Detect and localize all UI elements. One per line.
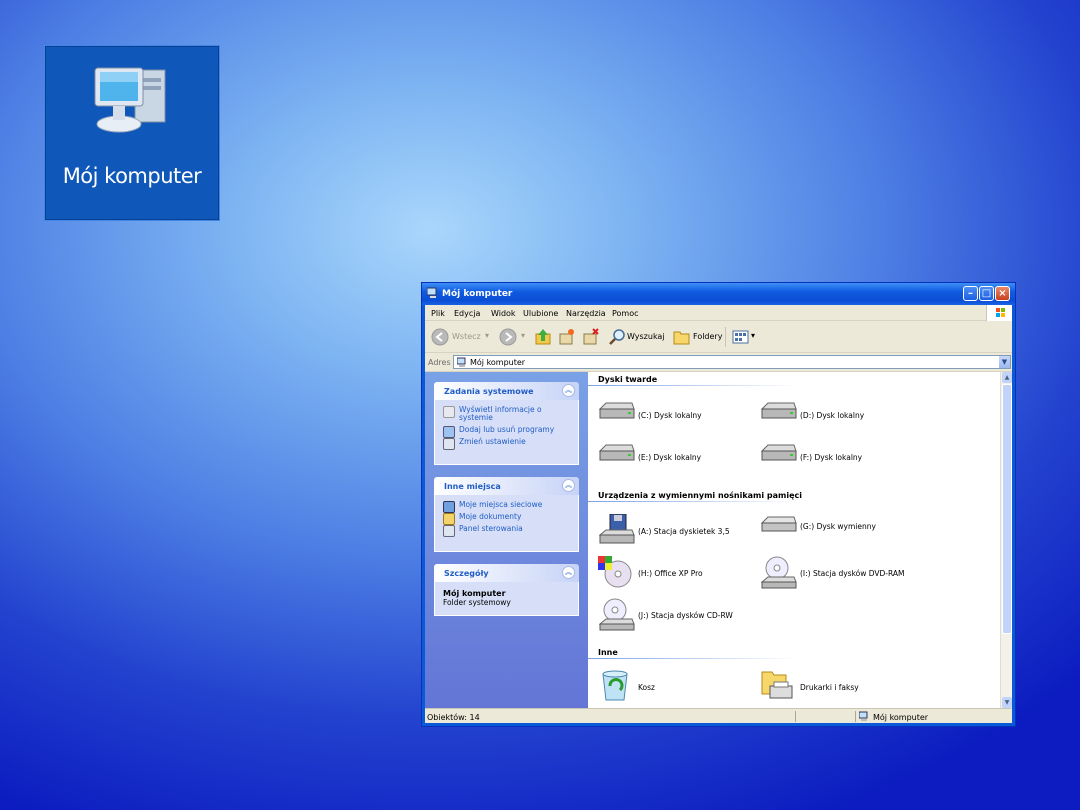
collapse-chevron-icon[interactable]: ︽	[562, 479, 575, 492]
move-to-icon[interactable]	[558, 328, 576, 346]
desktop-icon-label: Mój komputer	[62, 164, 202, 188]
panel-details: Szczegóły ︽ Mój komputer Folder systemowy	[434, 564, 579, 616]
panel-title: Szczegóły	[444, 569, 489, 578]
system-info-icon	[443, 406, 455, 418]
details-type: Folder systemowy	[443, 598, 511, 607]
add-remove-programs-icon	[443, 426, 455, 438]
views-icon[interactable]	[732, 329, 750, 345]
address-dropdown-button[interactable]: ▼	[998, 356, 1010, 368]
folders-button[interactable]: Foldery	[693, 332, 722, 341]
window-body: Plik Edycja Widok Ulubione Narzędzia Pom…	[425, 305, 1012, 723]
panel-system-tasks: Zadania systemowe ︽ Wyświetl informacje o…	[434, 382, 579, 465]
forward-dropdown-icon[interactable]: ▾	[521, 331, 525, 340]
maximize-button[interactable]: □	[979, 286, 994, 301]
address-label: Adres	[428, 358, 451, 367]
menu-help[interactable]: Pomoc	[612, 309, 639, 318]
task-link-change-setting[interactable]: Zmień ustawienie	[443, 438, 570, 450]
scroll-down-arrow-icon[interactable]: ▼	[1002, 697, 1012, 708]
task-link-add-remove-programs[interactable]: Dodaj lub usuń programy	[443, 426, 570, 438]
search-icon[interactable]	[608, 328, 626, 346]
address-bar: Adres Mój komputer ▼	[425, 353, 1012, 372]
scroll-thumb[interactable]	[1002, 384, 1012, 634]
panel-title: Zadania systemowe	[444, 387, 534, 396]
minimize-button[interactable]: –	[963, 286, 978, 301]
computer-icon	[94, 67, 166, 133]
task-pane: Zadania systemowe ︽ Wyświetl informacje o…	[425, 372, 588, 708]
floppy-drive-icon	[598, 514, 635, 544]
windows-logo-icon	[986, 305, 1012, 321]
group-divider	[588, 385, 798, 386]
close-button[interactable]: ×	[995, 286, 1010, 301]
back-dropdown-icon[interactable]: ▾	[485, 331, 489, 340]
status-location: Mój komputer	[873, 713, 929, 722]
window-title: Mój komputer	[442, 289, 513, 299]
panel-header[interactable]: Zadania systemowe ︽	[434, 382, 579, 400]
toolbar-divider	[725, 327, 726, 347]
recycle-bin-icon	[602, 670, 628, 701]
removable-disk-icon	[760, 516, 797, 532]
task-link-system-info[interactable]: Wyświetl informacje o systemie	[443, 406, 570, 422]
hard-disk-icon	[598, 444, 635, 461]
collapse-chevron-icon[interactable]: ︽	[562, 566, 575, 579]
status-divider	[855, 711, 856, 722]
title-bar[interactable]: Mój komputer – □ ×	[422, 283, 1015, 305]
status-bar: Obiektów: 14 Mój komputer	[425, 708, 1012, 723]
folders-icon[interactable]	[673, 329, 691, 345]
details-name: Mój komputer	[443, 589, 506, 598]
content-pane: Dyski twarde (C:) Dysk lokalny (D:) Dysk…	[588, 372, 1000, 708]
menu-edit[interactable]: Edycja	[454, 309, 480, 318]
vertical-scrollbar[interactable]: ▲ ▼	[1000, 372, 1012, 708]
printers-folder-icon	[761, 671, 793, 699]
delete-icon[interactable]	[582, 328, 600, 346]
back-arrow-icon[interactable]	[431, 328, 449, 346]
place-link-my-documents[interactable]: Moje dokumenty	[443, 513, 570, 525]
back-button[interactable]: Wstecz	[452, 332, 481, 341]
toolbar: Wstecz ▾ ▾ Wyszukaj Foldery ▾	[425, 321, 1012, 353]
hard-disk-icon	[760, 444, 797, 461]
group-title-removable: Urządzenia z wymiennymi nośnikami pamięc…	[598, 491, 803, 500]
control-panel-icon	[443, 438, 455, 450]
status-divider	[795, 711, 796, 722]
group-divider	[588, 658, 798, 659]
scroll-up-arrow-icon[interactable]: ▲	[1002, 372, 1012, 383]
panel-other-places: Inne miejsca ︽ Moje miejsca sieciowe Moje…	[434, 477, 579, 552]
panel-header[interactable]: Inne miejsca ︽	[434, 477, 579, 495]
place-link-network[interactable]: Moje miejsca sieciowe	[443, 501, 570, 513]
hard-disk-icon	[760, 402, 797, 419]
explorer-window: Mój komputer – □ × Plik Edycja Widok Ulu…	[421, 282, 1016, 727]
group-divider	[588, 501, 798, 502]
computer-icon	[457, 357, 466, 367]
computer-icon	[427, 287, 437, 298]
dvd-drive-icon	[760, 556, 797, 589]
menu-tools[interactable]: Narzędzia	[566, 309, 606, 318]
collapse-chevron-icon[interactable]: ︽	[562, 384, 575, 397]
network-places-icon	[443, 501, 455, 513]
views-dropdown-icon[interactable]: ▾	[751, 331, 755, 340]
menu-favorites[interactable]: Ulubione	[523, 309, 558, 318]
control-panel-icon	[443, 525, 455, 537]
hard-disk-icon	[598, 402, 635, 419]
search-button[interactable]: Wyszukaj	[627, 332, 665, 341]
menu-bar: Plik Edycja Widok Ulubione Narzędzia Pom…	[425, 305, 1012, 321]
desktop-icon-my-computer[interactable]: Mój komputer	[44, 45, 220, 221]
panel-title: Inne miejsca	[444, 482, 501, 491]
my-documents-icon	[443, 513, 455, 525]
group-title-other: Inne	[598, 648, 618, 657]
forward-arrow-icon[interactable]	[499, 328, 517, 346]
menu-view[interactable]: Widok	[491, 309, 516, 318]
status-object-count: Obiektów: 14	[427, 713, 480, 722]
address-input[interactable]: Mój komputer ▼	[453, 355, 1011, 369]
cd-autorun-icon	[598, 556, 632, 588]
cd-drive-icon	[598, 598, 635, 631]
menu-file[interactable]: Plik	[431, 309, 445, 318]
group-title-hard-disks: Dyski twarde	[598, 375, 658, 384]
address-value: Mój komputer	[470, 358, 526, 367]
panel-header[interactable]: Szczegóły ︽	[434, 564, 579, 582]
computer-icon	[859, 711, 868, 721]
up-folder-icon[interactable]	[535, 328, 551, 346]
place-link-control-panel[interactable]: Panel sterowania	[443, 525, 570, 537]
